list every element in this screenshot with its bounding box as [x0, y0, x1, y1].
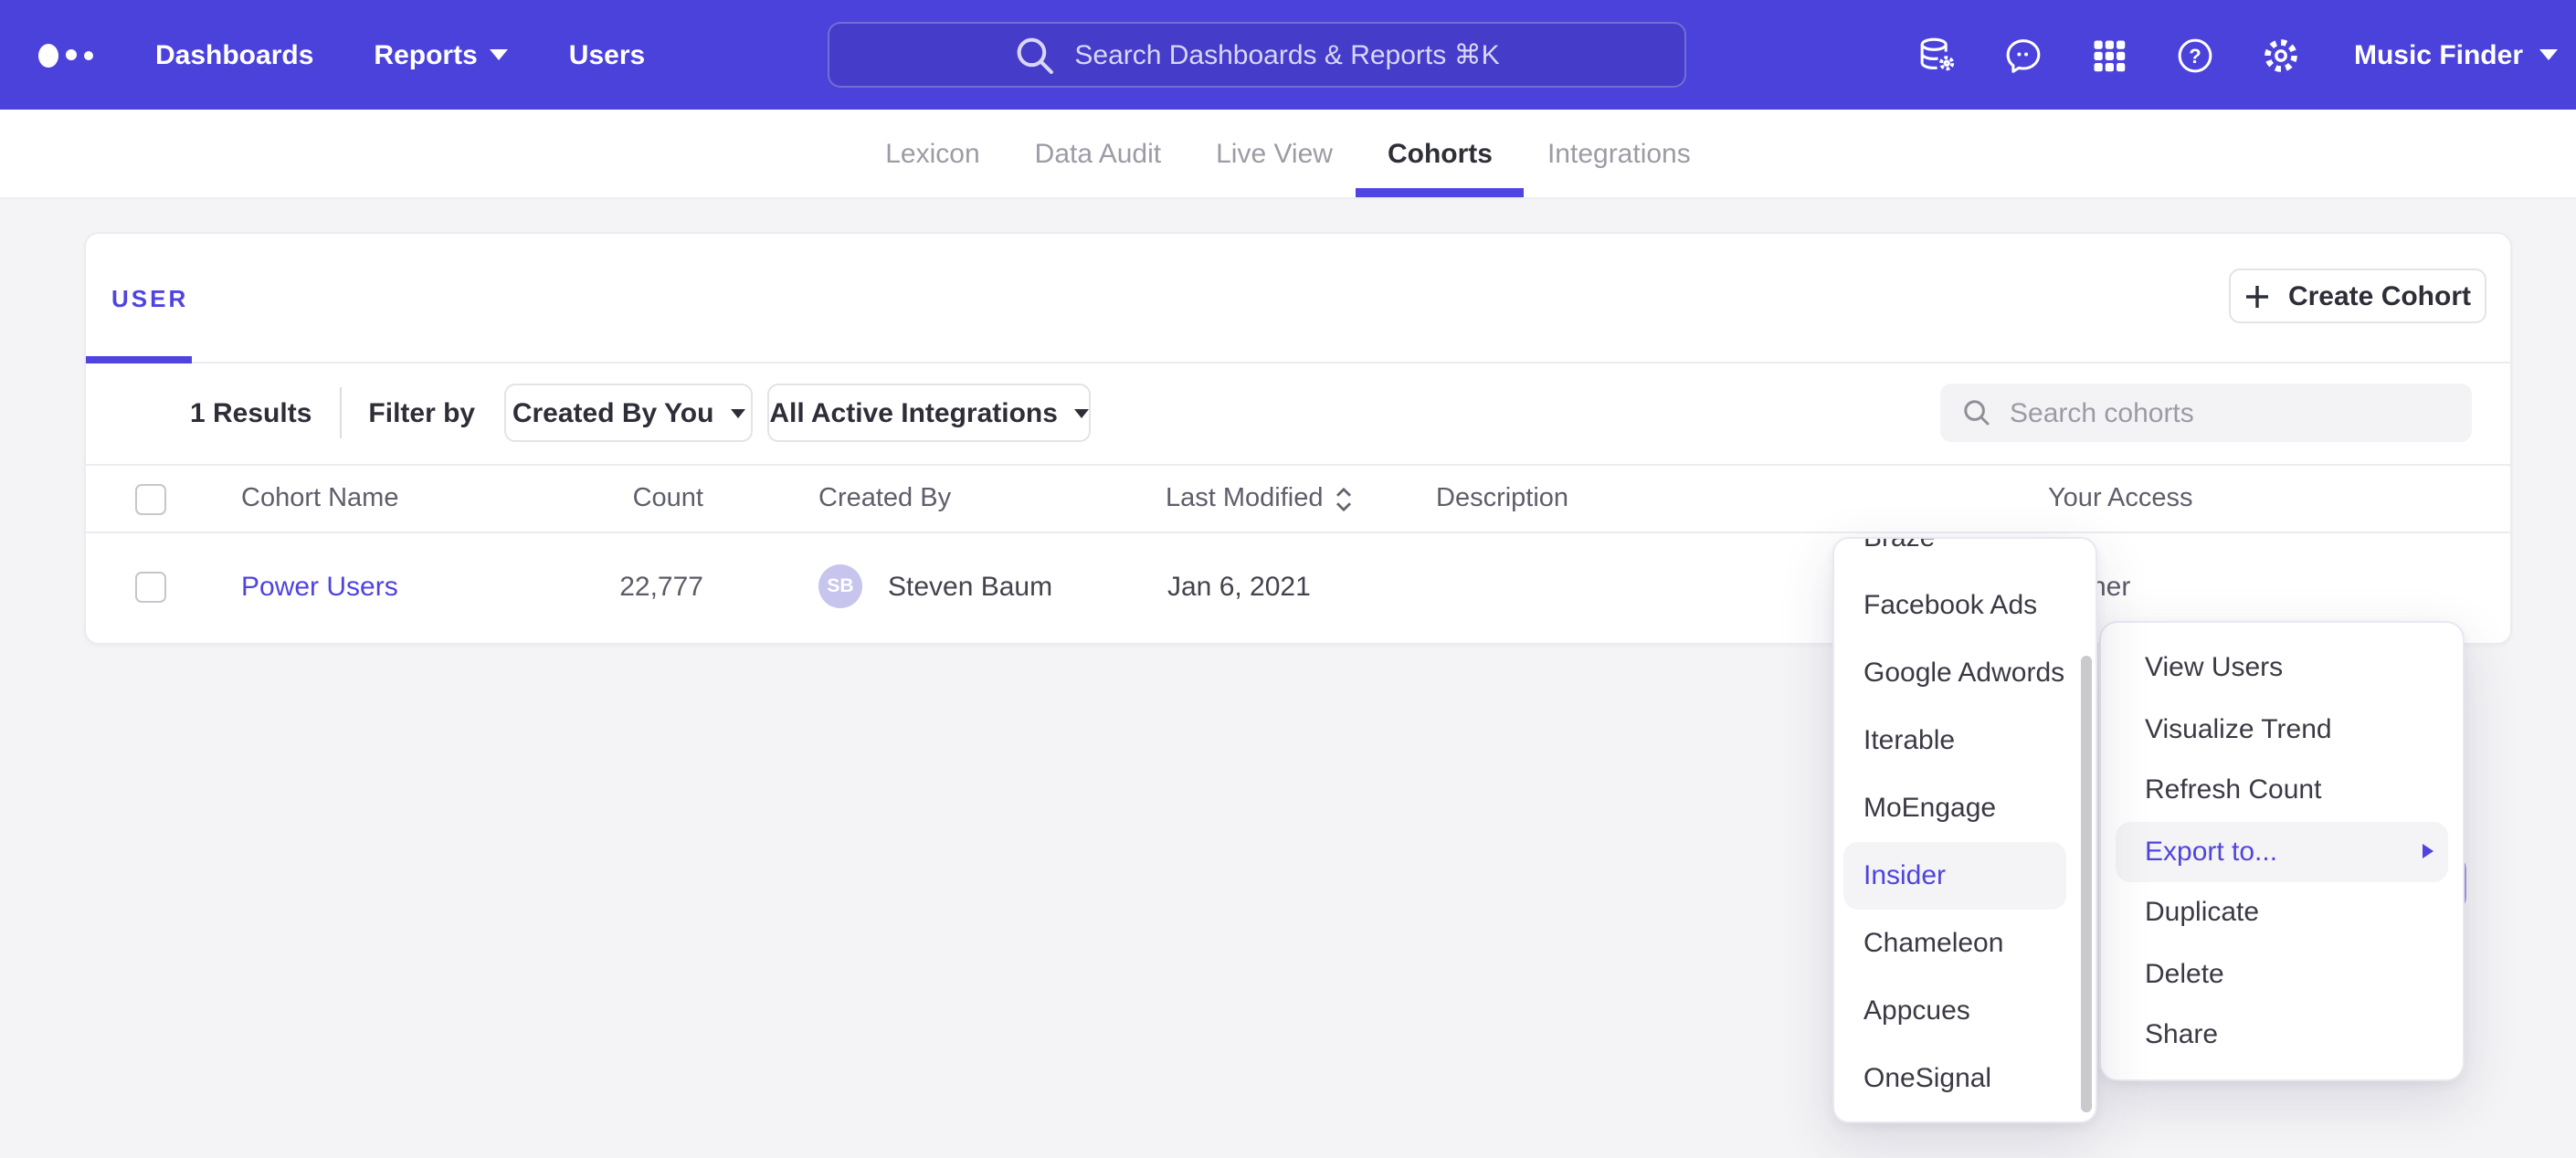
- menu-item-delete[interactable]: Delete: [2101, 943, 2463, 1005]
- mixpanel-logo-icon[interactable]: [38, 43, 93, 67]
- search-icon: [1962, 398, 1991, 427]
- export-destinations-menu: Braze Facebook Ads Google Adwords Iterab…: [1832, 537, 2097, 1123]
- search-icon: [1014, 34, 1056, 76]
- menu-item-google-adwords[interactable]: Google Adwords: [1834, 639, 2096, 707]
- svg-text:?: ?: [2190, 44, 2201, 67]
- menu-item-onesignal[interactable]: OneSignal: [1834, 1045, 2096, 1112]
- help-icon[interactable]: ?: [2175, 34, 2217, 76]
- tab-integrations[interactable]: Integrations: [1547, 110, 1691, 197]
- menu-item-facebook-ads[interactable]: Facebook Ads: [1834, 572, 2096, 639]
- table-header: Cohort Name Count Created By Last Modifi…: [86, 464, 2510, 533]
- menu-item-visualize-trend[interactable]: Visualize Trend: [2101, 699, 2463, 760]
- cohorts-page: Dashboards Reports Users Search Dashboar…: [0, 0, 2576, 1158]
- divider: [339, 387, 341, 438]
- nav-right: ? Music Finder: [1917, 0, 2558, 110]
- row-context-list: View Users Visualize Trend Refresh Count…: [2101, 637, 2463, 1066]
- nav-links: Dashboards Reports Users: [155, 39, 645, 70]
- project-selector[interactable]: Music Finder: [2354, 39, 2558, 70]
- menu-item-appcues[interactable]: Appcues: [1834, 977, 2096, 1045]
- menu-item-view-users[interactable]: View Users: [2101, 637, 2463, 699]
- nav-item-reports[interactable]: Reports: [374, 39, 508, 70]
- global-search-input[interactable]: Search Dashboards & Reports ⌘K: [828, 22, 1686, 88]
- chevron-down-icon: [730, 408, 744, 417]
- data-management-icon[interactable]: [1917, 34, 1959, 76]
- column-last-modified[interactable]: Last Modified: [1166, 466, 1355, 532]
- column-description: Description: [1436, 466, 1568, 532]
- cohort-name-link[interactable]: Power Users: [241, 530, 398, 643]
- filter-by-label: Filter by: [368, 397, 475, 428]
- cohort-count: 22,777: [543, 530, 703, 643]
- cohort-type-tabs: USER Create Cohort: [86, 234, 2510, 363]
- tab-data-audit[interactable]: Data Audit: [1035, 110, 1161, 197]
- nav-item-dashboards[interactable]: Dashboards: [155, 39, 313, 70]
- menu-item-export-to[interactable]: Export to...: [2116, 821, 2448, 882]
- tab-lexicon[interactable]: Lexicon: [885, 110, 979, 197]
- select-all-checkbox[interactable]: [135, 483, 166, 514]
- created-by-filter-dropdown[interactable]: Created By You: [504, 384, 753, 442]
- column-count: Count: [543, 466, 703, 532]
- apps-grid-icon[interactable]: [2089, 34, 2131, 76]
- submenu-arrow-icon: [2423, 845, 2433, 859]
- menu-item-moengage[interactable]: MoEngage: [1834, 774, 2096, 842]
- column-your-access: Your Access: [2048, 466, 2193, 532]
- integrations-filter-dropdown[interactable]: All Active Integrations: [767, 384, 1091, 442]
- menu-item-insider[interactable]: Insider: [1843, 842, 2066, 910]
- feedback-icon[interactable]: [2003, 34, 2045, 76]
- menu-item-share[interactable]: Share: [2101, 1005, 2463, 1066]
- chevron-down-icon: [2539, 49, 2558, 60]
- cohorts-card: USER Create Cohort 1 Results Filter by C…: [84, 232, 2512, 645]
- chevron-down-icon: [1074, 408, 1089, 417]
- results-count: 1 Results: [190, 397, 311, 428]
- menu-item-duplicate[interactable]: Duplicate: [2101, 882, 2463, 943]
- chevron-down-icon: [491, 49, 509, 60]
- menu-item-chameleon[interactable]: Chameleon: [1834, 910, 2096, 977]
- nav-item-users[interactable]: Users: [569, 39, 645, 70]
- column-created-by: Created By: [818, 466, 951, 532]
- last-modified-date: Jan 6, 2021: [1167, 530, 1311, 643]
- row-checkbox[interactable]: [135, 571, 166, 602]
- settings-gear-icon[interactable]: [2261, 34, 2303, 76]
- cohort-search-input[interactable]: [1940, 384, 2472, 442]
- tab-user-cohorts[interactable]: USER: [111, 234, 188, 362]
- create-cohort-button[interactable]: Create Cohort: [2229, 268, 2486, 323]
- row-context-menu: View Users Visualize Trend Refresh Count…: [2099, 621, 2465, 1081]
- tab-cohorts[interactable]: Cohorts: [1388, 110, 1493, 197]
- tab-live-view[interactable]: Live View: [1216, 110, 1333, 197]
- top-nav: Dashboards Reports Users Search Dashboar…: [0, 0, 2576, 110]
- global-search-placeholder: Search Dashboards & Reports ⌘K: [1074, 38, 1499, 71]
- section-tabs: Lexicon Data Audit Live View Cohorts Int…: [0, 110, 2576, 199]
- menu-item-iterable[interactable]: Iterable: [1834, 707, 2096, 774]
- plus-icon: [2244, 282, 2272, 310]
- project-name: Music Finder: [2354, 39, 2523, 70]
- sort-icon: [1335, 485, 1355, 512]
- creator-name: Steven Baum: [888, 530, 1052, 643]
- creator-avatar: SB: [818, 564, 862, 608]
- menu-item-braze[interactable]: Braze: [1834, 537, 2096, 572]
- cohort-search: [1940, 384, 2472, 442]
- menu-scrollbar[interactable]: [2081, 656, 2092, 1112]
- filter-toolbar: 1 Results Filter by Created By You All A…: [86, 362, 2510, 464]
- export-destinations-list: Braze Facebook Ads Google Adwords Iterab…: [1834, 537, 2096, 1112]
- menu-item-refresh-count[interactable]: Refresh Count: [2101, 760, 2463, 821]
- column-cohort-name: Cohort Name: [241, 466, 398, 532]
